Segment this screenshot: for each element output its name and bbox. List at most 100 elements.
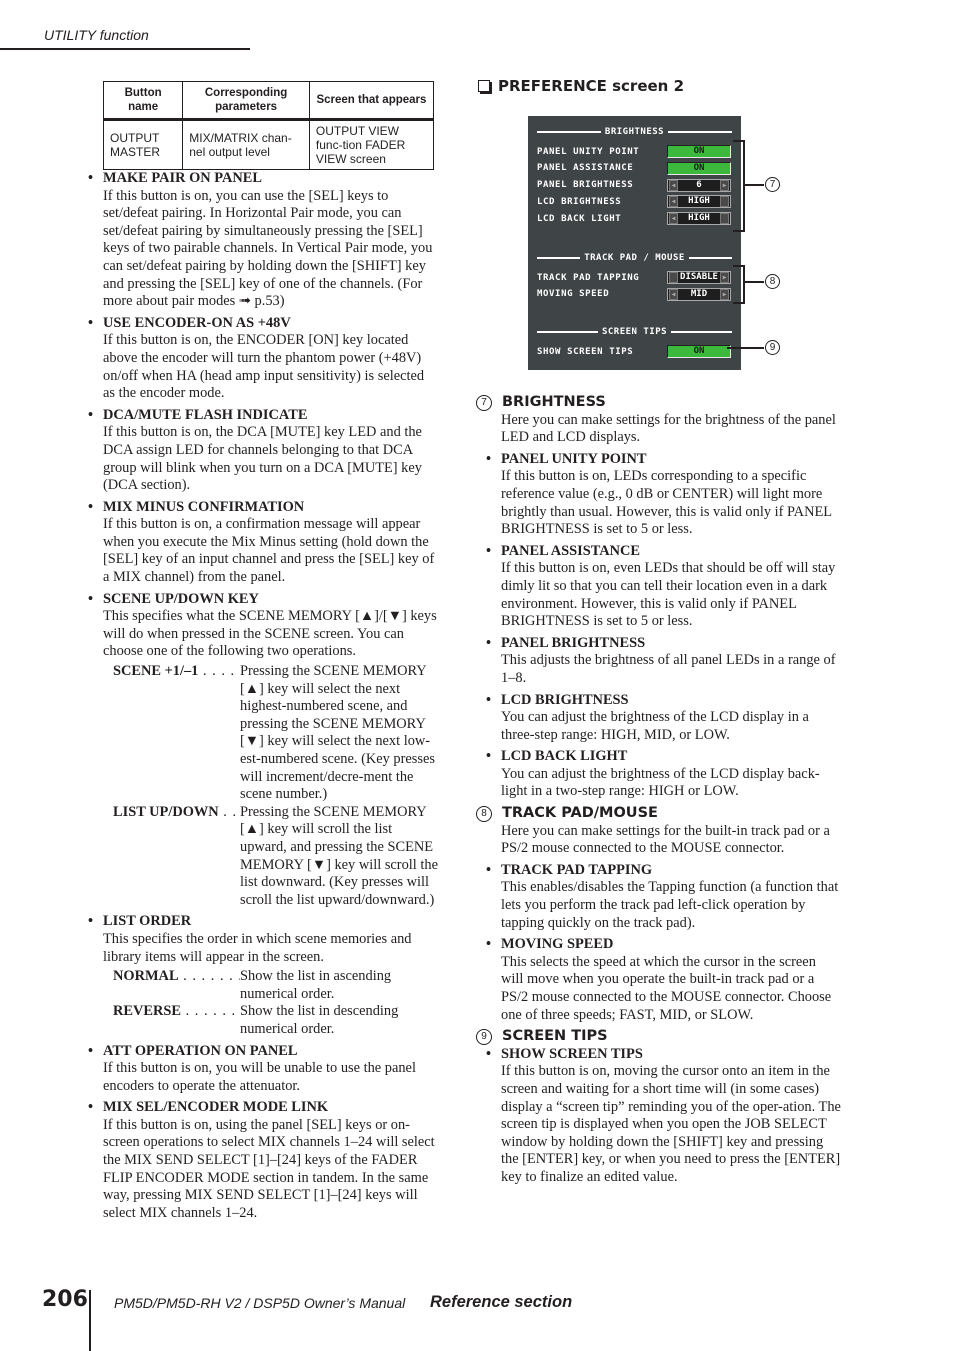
item-title: SHOW SCREEN TIPS xyxy=(501,1045,643,1062)
dot-leader: . . . . . . . . xyxy=(185,1003,240,1020)
screen-setting-row: PANEL ASSISTANCE ON xyxy=(537,161,731,175)
section-heading: 7 BRIGHTNESS xyxy=(476,394,841,412)
section-description: Here you can make settings for the brigh… xyxy=(501,411,836,446)
screen-setting-row: TRACK PAD TAPPING ◀DISABLE▶ xyxy=(537,271,731,284)
item-title: PANEL BRIGHTNESS xyxy=(501,634,646,651)
screen-setting-row: LCD BRIGHTNESS ◀ HIGH ▶ xyxy=(537,195,731,209)
bullet-dot: • xyxy=(88,406,94,423)
section-heading: 8 TRACK PAD/MOUSE xyxy=(476,805,841,823)
right-arrow-icon[interactable]: ▶ xyxy=(720,288,729,300)
item-title: LIST ORDER xyxy=(103,913,192,930)
divider-line xyxy=(537,131,601,133)
on-toggle-button[interactable]: ON xyxy=(667,161,731,175)
item-title: ATT OPERATION ON PANEL xyxy=(103,1042,298,1059)
on-toggle-button[interactable]: ON xyxy=(667,345,731,358)
left-arrow-icon[interactable]: ◀ xyxy=(669,272,678,283)
selector-value: DISABLE xyxy=(680,272,718,282)
checkbox-square-icon xyxy=(478,80,490,92)
item-body: If this button is on, you will be unable… xyxy=(103,1060,416,1094)
circled-number: 7 xyxy=(476,394,492,411)
value-selector[interactable]: ◀ HIGH ▶ xyxy=(667,212,731,226)
option-term: NORMAL . . . . . . . . xyxy=(113,968,240,1003)
bullet-dot: • xyxy=(486,1045,492,1062)
setting-label: MOVING SPEED xyxy=(537,289,610,300)
left-arrow-icon[interactable]: ◀ xyxy=(669,196,678,208)
screen-setting-row: PANEL BRIGHTNESS ◀ 6 ▶ xyxy=(537,178,731,192)
bullet-dot: • xyxy=(88,1099,94,1116)
running-head: UTILITY function xyxy=(44,27,149,43)
button-table: Button name Corresponding parameters Scr… xyxy=(102,81,435,170)
callout-number-8: 8 xyxy=(765,274,780,289)
manual-title: PM5D/PM5D-RH V2 / DSP5D Owner’s Manual xyxy=(114,1295,406,1311)
footer-rule xyxy=(89,1290,91,1351)
option-desc: Show the list in ascending numerical ord… xyxy=(240,968,392,1002)
bullet-item: • SHOW SCREEN TIPS If this button is on, m… xyxy=(486,1046,841,1187)
item-title: MIX MINUS CONFIRMATION xyxy=(103,498,305,515)
item-body: If this button is on, you can use the [S… xyxy=(103,187,433,310)
item-body: If this button is on, a confirmation mes… xyxy=(103,516,435,586)
item-title: DCA/MUTE FLASH INDICATE xyxy=(103,406,308,423)
bullet-item: • LIST ORDER This specifies the order in w… xyxy=(88,913,438,1038)
item-title: MIX SEL/ENCODER MODE LINK xyxy=(103,1099,329,1116)
selector-value: HIGH xyxy=(688,196,710,207)
group-title-text: TRACK PAD / MOUSE xyxy=(584,253,685,263)
table-header-row: Button name Corresponding parameters Scr… xyxy=(102,81,435,120)
option-row: SCENE +1/–1 . . . . . Pressing the SCENE … xyxy=(113,663,438,804)
item-title: USE ENCODER-ON AS +48V xyxy=(103,314,291,331)
option-row: LIST UP/DOWN . . Pressing the SCENE MEMOR… xyxy=(113,804,438,910)
value-selector[interactable]: ◀ MID ▶ xyxy=(667,287,731,301)
left-arrow-icon[interactable]: ◀ xyxy=(669,213,678,225)
section-title: BRIGHTNESS xyxy=(502,394,606,410)
value-selector[interactable]: ◀DISABLE▶ xyxy=(667,271,731,284)
option-row: REVERSE . . . . . . . .Show the list in … xyxy=(113,1003,438,1038)
bullet-dot: • xyxy=(88,170,94,186)
selector-value: MID xyxy=(690,288,708,299)
value-selector[interactable]: ◀ 6 ▶ xyxy=(667,178,731,192)
divider-line xyxy=(668,131,732,133)
callout-number-7: 7 xyxy=(765,177,780,192)
right-arrow-icon[interactable]: ▶ xyxy=(720,272,729,283)
right-arrow-icon[interactable]: ▶ xyxy=(720,196,729,208)
bullet-item: • ATT OPERATION ON PANEL If this button is… xyxy=(88,1043,438,1096)
item-title: PANEL UNITY POINT xyxy=(501,450,647,467)
bullet-dot: • xyxy=(486,542,492,559)
bullet-dot: • xyxy=(88,498,94,515)
value-selector[interactable]: ◀ HIGH ▶ xyxy=(667,195,731,209)
section-description: Here you can make settings for the built… xyxy=(501,822,830,857)
screen-setting-row: MOVING SPEED ◀ MID ▶ xyxy=(537,287,731,301)
left-arrow-icon[interactable]: ◀ xyxy=(669,179,678,191)
bullet-item: • LCD BACK LIGHT You can adjust the bright… xyxy=(486,748,841,801)
item-title: SCENE UP/DOWN KEY xyxy=(103,590,259,607)
callout-number-9: 9 xyxy=(765,340,780,355)
dot-leader: . . . . . xyxy=(198,663,240,680)
item-body: This enables/disables the Tapping functi… xyxy=(501,879,839,931)
bullet-dot: • xyxy=(486,634,492,651)
right-arrow-icon[interactable]: ▶ xyxy=(720,179,729,191)
bullet-item: • MOVING SPEED This selects the speed at w… xyxy=(486,936,841,1024)
item-body: If this button is on, even LEDs that sho… xyxy=(501,560,836,630)
bullet-item: • MIX MINUS CONFIRMATION If this button is… xyxy=(88,499,438,587)
table-header: Screen that appears xyxy=(308,81,435,120)
on-toggle-button[interactable]: ON xyxy=(667,145,731,158)
bullet-dot: • xyxy=(486,748,492,765)
bullet-dot: • xyxy=(486,936,492,953)
item-body: If this button is on, using the panel [S… xyxy=(103,1116,435,1221)
setting-label: LCD BRIGHTNESS xyxy=(537,196,622,207)
item-body: If this button is on, moving the cursor … xyxy=(501,1063,841,1185)
item-body: This adjusts the brightness of all panel… xyxy=(501,652,836,686)
bullet-dot: • xyxy=(486,691,492,708)
option-name: REVERSE xyxy=(113,1003,181,1020)
option-term: LIST UP/DOWN . . xyxy=(113,804,240,910)
option-name: LIST UP/DOWN xyxy=(113,803,219,820)
option-name: NORMAL xyxy=(113,968,179,985)
item-title: MOVING SPEED xyxy=(501,936,614,953)
item-title: MAKE PAIR ON PANEL xyxy=(103,170,262,186)
callout-line xyxy=(744,184,764,186)
circled-number: 9 xyxy=(476,1028,492,1045)
callout-line xyxy=(744,281,764,283)
right-arrow-icon[interactable]: ▶ xyxy=(720,213,729,225)
setting-label: PANEL BRIGHTNESS xyxy=(537,180,634,191)
left-arrow-icon[interactable]: ◀ xyxy=(669,288,678,300)
item-body: This selects the speed at which the curs… xyxy=(501,953,832,1023)
bullet-dot: • xyxy=(88,314,94,331)
